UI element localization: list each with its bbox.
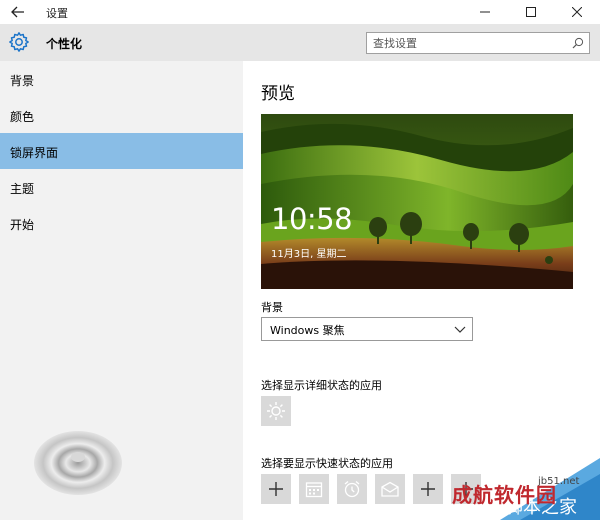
- background-label: 背景: [261, 301, 283, 314]
- maximize-button[interactable]: [508, 0, 554, 24]
- close-icon: [572, 7, 582, 17]
- sidebar-item-start[interactable]: 开始: [0, 205, 243, 241]
- title-bar: 设置: [0, 0, 600, 24]
- lock-screen-preview: 10:58 11月3日, 星期二: [261, 114, 573, 289]
- background-dropdown[interactable]: Windows 聚焦: [261, 317, 473, 341]
- sidebar-item-label: 背景: [10, 74, 35, 88]
- detailed-status-label: 选择显示详细状态的应用: [261, 379, 382, 392]
- quick-status-app-button-4[interactable]: [375, 474, 405, 504]
- watermark-brand: 成航软件园: [452, 483, 557, 507]
- page-title: 预览: [261, 84, 295, 104]
- quick-status-app-button-3[interactable]: [337, 474, 367, 504]
- settings-header: 个性化: [0, 24, 600, 61]
- background-dropdown-value: Windows 聚焦: [270, 324, 345, 337]
- sidebar-item-label: 锁屏界面: [10, 146, 59, 160]
- ripple-logo-image: [28, 427, 124, 495]
- search-icon[interactable]: [572, 37, 584, 49]
- sidebar-item-label: 主题: [10, 182, 35, 196]
- window-title: 设置: [46, 7, 68, 20]
- maximize-icon: [526, 7, 536, 17]
- minimize-button[interactable]: [462, 0, 508, 24]
- main-content: 预览 10:58 11月3日, 星期二 背景 Windows 聚焦 选择显示详细…: [243, 61, 600, 520]
- quick-status-app-button-2[interactable]: [299, 474, 329, 504]
- sidebar-item-colors[interactable]: 颜色: [0, 97, 243, 133]
- sidebar-item-label: 颜色: [10, 110, 35, 124]
- alarm-clock-icon: [344, 481, 360, 498]
- quick-status-label: 选择要显示快速状态的应用: [261, 457, 393, 470]
- sidebar-item-lock-screen[interactable]: 锁屏界面: [0, 133, 243, 169]
- sidebar-item-label: 开始: [10, 218, 35, 232]
- gear-icon: [9, 32, 29, 52]
- sidebar-item-themes[interactable]: 主题: [0, 169, 243, 205]
- detailed-status-app-button[interactable]: [261, 396, 291, 426]
- minimize-icon: [480, 11, 490, 13]
- sidebar-item-background[interactable]: 背景: [0, 61, 243, 97]
- brightness-icon: [267, 402, 285, 420]
- back-arrow-icon: [11, 6, 24, 18]
- calendar-icon: [305, 482, 323, 498]
- quick-status-app-button-5[interactable]: [413, 474, 443, 504]
- lock-screen-date: 11月3日, 星期二: [271, 249, 347, 260]
- mail-icon: [381, 481, 399, 497]
- sidebar: 背景 颜色 锁屏界面 主题 开始: [0, 61, 243, 520]
- search-box[interactable]: [366, 32, 590, 54]
- search-input[interactable]: [373, 35, 563, 51]
- back-button[interactable]: [6, 2, 30, 22]
- lock-screen-time: 10:58: [271, 202, 353, 236]
- close-button[interactable]: [554, 0, 600, 24]
- plus-icon: [421, 482, 435, 496]
- section-title: 个性化: [46, 37, 83, 51]
- plus-icon: [269, 482, 283, 496]
- quick-status-app-button-1[interactable]: [261, 474, 291, 504]
- chevron-down-icon: [454, 326, 466, 333]
